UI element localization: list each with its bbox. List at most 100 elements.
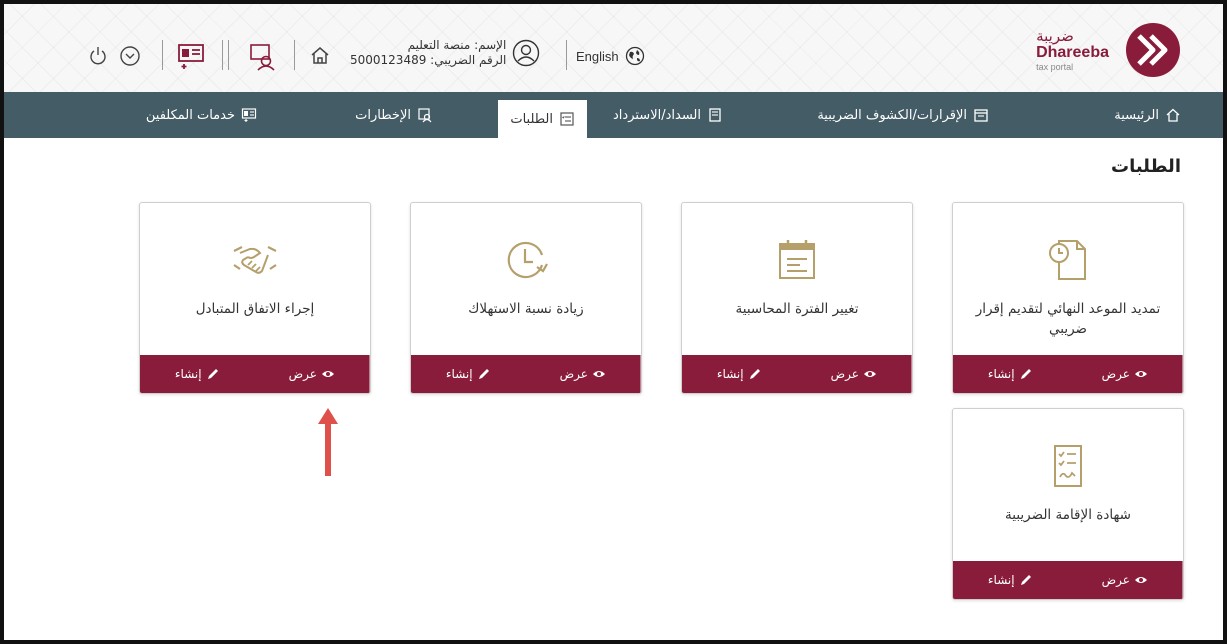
create-button[interactable]: إنشاء (140, 355, 255, 393)
view-label: عرض (1101, 367, 1130, 381)
card-title: تمديد الموعد النهائي لتقديم إقرار ضريبي (975, 301, 1161, 337)
request-card-deadline-extension: تمديد الموعد النهائي لتقديم إقرار ضريبي … (952, 202, 1184, 394)
clock-arrow-icon (507, 241, 548, 279)
nav-home[interactable]: الرئيسية (1114, 92, 1181, 138)
nav-home-label: الرئيسية (1114, 107, 1159, 123)
card-title: زيادة نسبة الاستهلاك (468, 301, 584, 317)
card-actions: إنشاء عرض (140, 355, 370, 393)
user-info: الإسم: منصة التعليم الرقم الضريبي: 50001… (350, 38, 540, 68)
pencil-icon (749, 369, 760, 379)
nav-taxpayer-services-label: خدمات المكلفين (145, 107, 235, 123)
logo-subtitle: tax portal (1036, 62, 1074, 72)
nav-payments[interactable]: السداد/الاسترداد (613, 92, 723, 138)
pencil-icon (1020, 575, 1031, 585)
checklist-icon (560, 112, 574, 126)
view-label: عرض (830, 367, 859, 381)
card-body[interactable]: تمديد الموعد النهائي لتقديم إقرار ضريبي (953, 203, 1183, 355)
profile-card-icon[interactable] (248, 42, 278, 72)
home-icon (1166, 108, 1180, 122)
document-clock-icon (1049, 240, 1086, 280)
view-button[interactable]: عرض (1068, 561, 1183, 599)
globe-icon (625, 46, 644, 66)
pencil-icon (1020, 369, 1031, 379)
eye-icon (1134, 577, 1147, 583)
calendar-icon (779, 240, 815, 279)
id-card-icon (241, 108, 257, 122)
view-button[interactable]: عرض (797, 355, 912, 393)
divider (162, 40, 163, 70)
nav-notifications-label: الإخطارات (355, 107, 411, 123)
chevron-down-icon[interactable] (118, 44, 142, 68)
user-details: الإسم: منصة التعليم الرقم الضريبي: 50001… (350, 38, 506, 68)
divider (228, 40, 229, 70)
card-body[interactable]: شهادة الإقامة الضريبية (953, 409, 1183, 561)
create-button[interactable]: إنشاء (411, 355, 526, 393)
create-button[interactable]: إنشاء (953, 561, 1068, 599)
user-name: الإسم: منصة التعليم (407, 38, 507, 52)
request-card-tax-residency-certificate: شهادة الإقامة الضريبية إنشاء عرض (952, 408, 1184, 600)
eye-icon (321, 371, 334, 377)
card-actions: إنشاء عرض (682, 355, 912, 393)
nav-returns-label: الإقرارات/الكشوف الضريبية (817, 107, 967, 123)
handshake-icon (233, 246, 277, 274)
view-button[interactable]: عرض (526, 355, 641, 393)
nav-notifications[interactable]: الإخطارات (355, 92, 433, 138)
divider (222, 40, 223, 70)
checklist-certificate-icon (1054, 445, 1082, 487)
card-body[interactable]: إجراء الاتفاق المتبادل (140, 203, 370, 355)
create-label: إنشاء (445, 367, 473, 381)
create-label: إنشاء (987, 367, 1015, 381)
nav-taxpayer-services[interactable]: خدمات المكلفين (146, 92, 257, 138)
create-label: إنشاء (174, 367, 202, 381)
logo-arabic: ضريبة (1036, 27, 1074, 45)
nav-payments-label: السداد/الاسترداد (613, 107, 701, 123)
pencil-icon (207, 369, 218, 379)
app-window: ضريبة Dhareeba tax portal English الإسم:… (0, 0, 1227, 644)
pencil-icon (478, 369, 489, 379)
card-actions: إنشاء عرض (411, 355, 641, 393)
user-card-icon (418, 108, 432, 123)
eye-icon (863, 371, 876, 377)
create-button[interactable]: إنشاء (953, 355, 1068, 393)
language-label: English (576, 48, 619, 64)
header: ضريبة Dhareeba tax portal English الإسم:… (4, 4, 1223, 92)
logo[interactable]: ضريبة Dhareeba tax portal (1036, 22, 1181, 78)
logo-text: ضريبة Dhareeba tax portal (1036, 28, 1109, 72)
create-button[interactable]: إنشاء (682, 355, 797, 393)
id-card-icon[interactable] (176, 42, 206, 70)
language-switch[interactable]: English (576, 46, 645, 66)
card-actions: إنشاء عرض (953, 561, 1183, 599)
eye-icon (592, 371, 605, 377)
create-label: إنشاء (987, 573, 1015, 587)
create-label: إنشاء (716, 367, 744, 381)
user-tax-number: الرقم الضريبي: 5000123489 (350, 53, 507, 67)
view-button[interactable]: عرض (1068, 355, 1183, 393)
request-card-mutual-agreement: إجراء الاتفاق المتبادل إنشاء عرض (139, 202, 371, 394)
eye-icon (1134, 371, 1147, 377)
request-card-accounting-period: تغيير الفترة المحاسبية إنشاء عرض (681, 202, 913, 394)
home-icon[interactable] (308, 44, 332, 68)
power-icon[interactable] (86, 44, 110, 68)
divider (294, 40, 295, 70)
calendar-icon (974, 109, 988, 122)
card-actions: إنشاء عرض (953, 355, 1183, 393)
view-button[interactable]: عرض (255, 355, 370, 393)
nav-requests[interactable]: الطلبات (498, 100, 587, 138)
main-nav: الرئيسية الإقرارات/الكشوف الضريبية السدا… (4, 92, 1223, 138)
dhareeba-logo-icon (1126, 23, 1180, 77)
view-label: عرض (559, 367, 588, 381)
up-arrow-annotation-icon (318, 408, 338, 476)
wallet-icon (709, 108, 721, 122)
user-avatar-icon[interactable] (512, 39, 540, 67)
view-label: عرض (288, 367, 317, 381)
card-body[interactable]: زيادة نسبة الاستهلاك (411, 203, 641, 355)
nav-requests-label: الطلبات (510, 111, 553, 127)
nav-returns[interactable]: الإقرارات/الكشوف الضريبية (817, 92, 989, 138)
divider (566, 40, 567, 70)
request-card-depreciation-rate: زيادة نسبة الاستهلاك إنشاء عرض (410, 202, 642, 394)
logo-english: Dhareeba (1036, 44, 1109, 61)
card-body[interactable]: تغيير الفترة المحاسبية (682, 203, 912, 355)
card-title: تغيير الفترة المحاسبية (735, 301, 859, 317)
page-title: الطلبات (1110, 156, 1181, 177)
view-label: عرض (1101, 573, 1130, 587)
